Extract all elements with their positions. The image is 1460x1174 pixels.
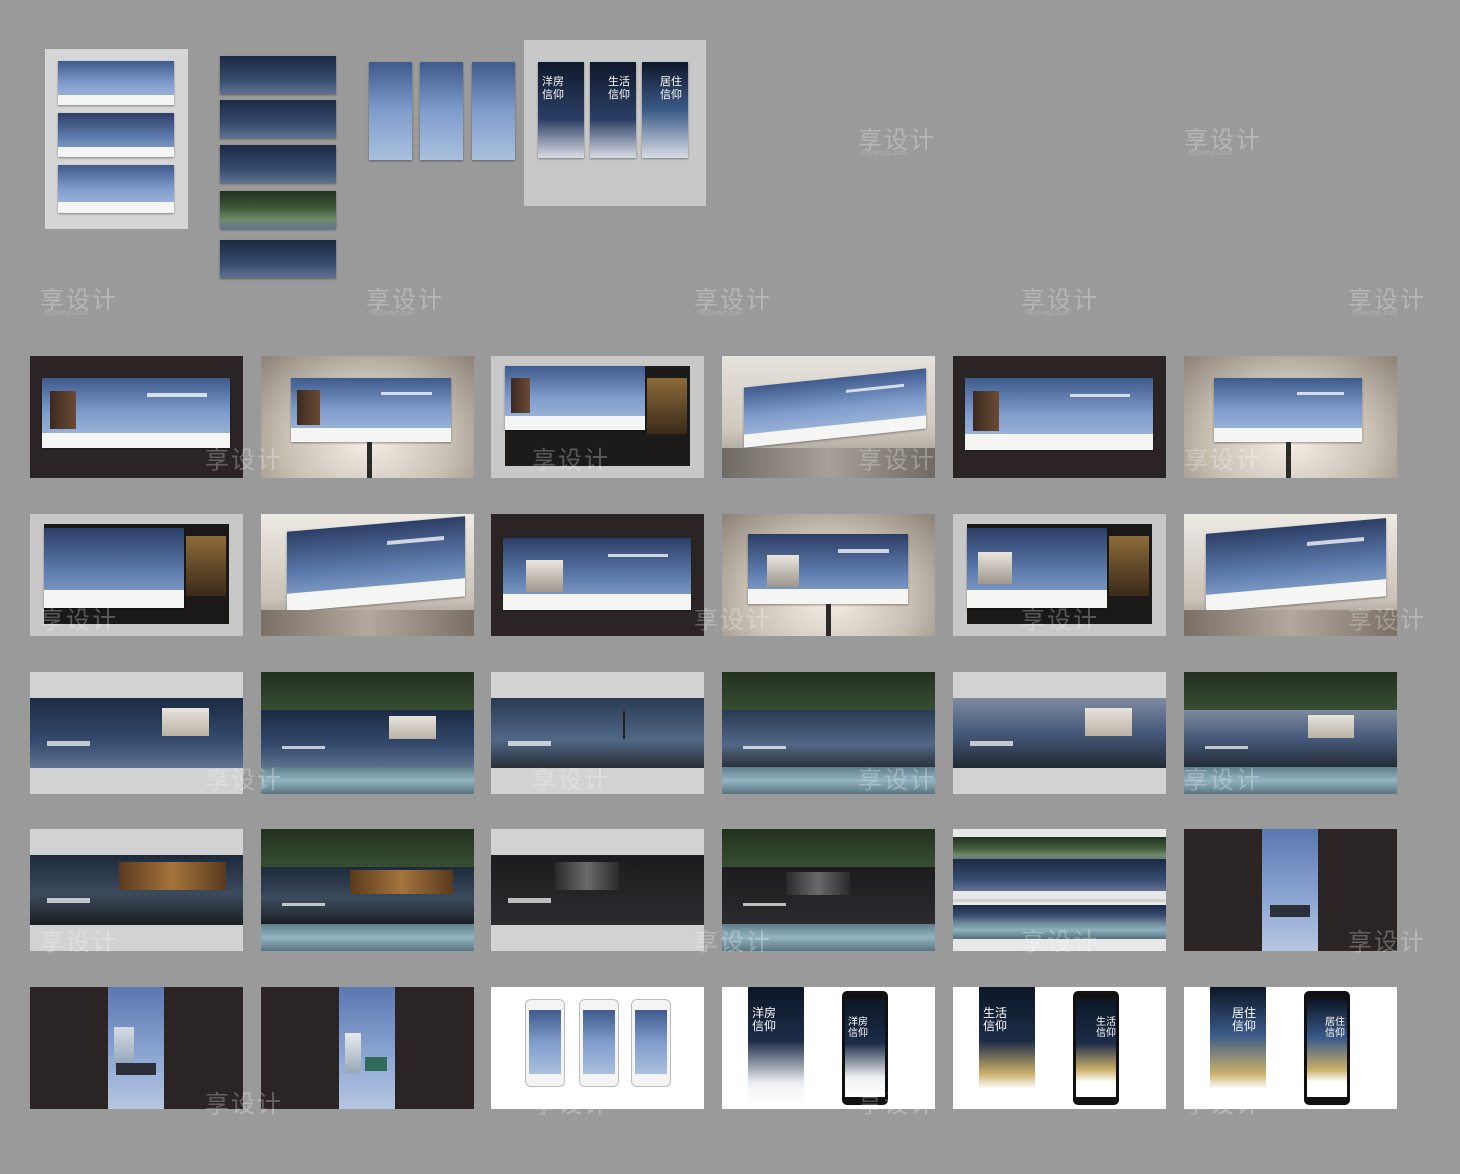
watermark: 享设计 xyxy=(858,447,936,474)
watermark-sub: hsjdesign.com xyxy=(1025,310,1070,317)
watermark: 享设计 xyxy=(532,1091,610,1118)
poster-thumb: 洋房 信仰 xyxy=(538,62,584,158)
phone-title: 生活 信仰 xyxy=(1096,1017,1116,1039)
mockup-r1-c5 xyxy=(953,356,1166,478)
watermark: 享设计 xyxy=(1348,607,1426,634)
mockup-r2-c3 xyxy=(491,514,704,636)
poster: 生活 信仰 xyxy=(979,987,1035,1107)
watermark-sub: hsjdesign.com xyxy=(370,310,415,317)
overview-group-4: 洋房 信仰 生活 信仰 居住 信仰 xyxy=(524,40,706,206)
watermark-sub: hsjdesign.com xyxy=(1352,310,1397,317)
mockup-r4-c3 xyxy=(491,829,704,951)
watermark: 享设计 xyxy=(694,929,772,956)
phone-title: 洋房 信仰 xyxy=(848,1017,868,1039)
mockup-r5-c2 xyxy=(261,987,474,1109)
watermark: 享设计 xyxy=(858,1091,936,1118)
watermark: 享设计 xyxy=(205,767,283,794)
watermark-sub: hsjdesign.com xyxy=(698,310,743,317)
mockup-r3-c5 xyxy=(953,672,1166,794)
poster-thumb: 居住 信仰 xyxy=(642,62,688,158)
watermark: 享设计 xyxy=(205,1091,283,1118)
poster-thumb-title: 洋房 信仰 xyxy=(542,76,564,101)
banner-thumb xyxy=(220,100,336,138)
vertical-banner-thumb xyxy=(369,62,412,160)
watermark: 享设计 xyxy=(1184,1091,1262,1118)
phone-mockup: 居住 信仰 xyxy=(1304,991,1350,1105)
mockup-r4-c2 xyxy=(261,829,474,951)
watermark: 享设计 xyxy=(40,607,118,634)
mockup-r5-c5: 生活 信仰 生活 信仰 xyxy=(953,987,1166,1109)
poster-title: 洋房 信仰 xyxy=(752,1006,777,1033)
watermark: 享设计 xyxy=(1184,447,1262,474)
poster-title: 生活 信仰 xyxy=(983,1006,1008,1033)
overview-group-2 xyxy=(220,56,336,280)
vertical-banner-thumb xyxy=(420,62,463,160)
banner-thumb xyxy=(220,145,336,183)
phone-mockup: 生活 信仰 xyxy=(1073,991,1119,1105)
phone-title: 居住 信仰 xyxy=(1325,1017,1345,1039)
poster-thumb-title: 居住 信仰 xyxy=(660,76,682,101)
billboard-thumb xyxy=(58,165,174,213)
watermark: 享设计 xyxy=(694,607,772,634)
watermark-sub: hsjdesign.com xyxy=(44,310,89,317)
phone-mockup xyxy=(579,999,619,1087)
billboard-thumb xyxy=(58,61,174,105)
phone-mockup xyxy=(631,999,671,1087)
poster-title: 居住 信仰 xyxy=(1232,1006,1257,1033)
watermark-sub: hsjdesign.com xyxy=(862,150,907,157)
vertical-banner-thumb xyxy=(472,62,515,160)
watermark: 享设计 xyxy=(1348,929,1426,956)
watermark: 享设计 xyxy=(858,767,936,794)
mockup-r2-c2 xyxy=(261,514,474,636)
mockup-r1-c2 xyxy=(261,356,474,478)
overview-group-1 xyxy=(45,49,188,229)
overview-group-3 xyxy=(369,62,517,160)
poster-thumb-title: 生活 信仰 xyxy=(608,76,630,101)
poster-thumb: 生活 信仰 xyxy=(590,62,636,158)
watermark: 享设计 xyxy=(532,447,610,474)
watermark: 享设计 xyxy=(1021,607,1099,634)
banner-thumb xyxy=(220,56,336,94)
banner-thumb xyxy=(220,240,336,278)
watermark: 享设计 xyxy=(1021,929,1099,956)
billboard-thumb xyxy=(58,113,174,157)
banner-thumb xyxy=(220,191,336,229)
poster: 洋房 信仰 xyxy=(748,987,804,1107)
watermark: 享设计 xyxy=(1184,767,1262,794)
watermark: 享设计 xyxy=(532,767,610,794)
watermark: 享设计 xyxy=(40,929,118,956)
watermark-sub: hsjdesign.com xyxy=(1188,150,1233,157)
mockup-r3-c2 xyxy=(261,672,474,794)
phone-mockup xyxy=(525,999,565,1087)
watermark: 享设计 xyxy=(205,447,283,474)
